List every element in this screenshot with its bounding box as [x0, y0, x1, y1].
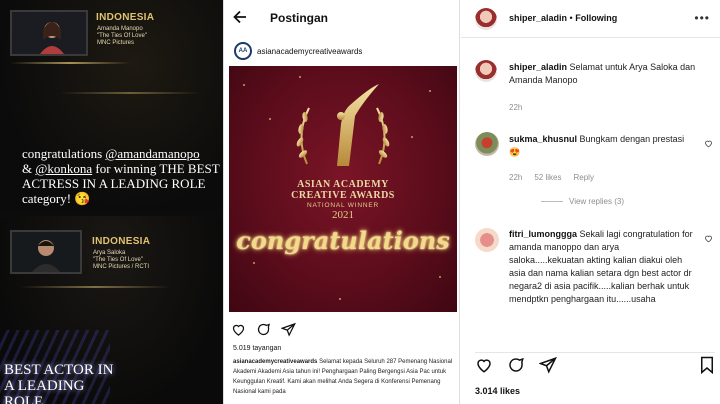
header-user: shiper_aladin • Following — [509, 13, 617, 23]
comment-username[interactable]: fitri_lumonggga — [509, 229, 577, 239]
comment-time: 22h — [509, 173, 523, 182]
comment-time: 22h — [509, 103, 523, 112]
separator-dot: • — [569, 13, 573, 23]
likes-count[interactable]: 3.014 likes — [475, 386, 520, 396]
story-actress[interactable]: INDONESIA Amanda Manopo "The Ties Of Lov… — [0, 0, 223, 212]
country-label: INDONESIA — [92, 236, 151, 247]
bookmark-icon[interactable] — [699, 356, 715, 379]
divider — [541, 201, 563, 202]
arrow-left-icon[interactable] — [233, 8, 247, 29]
post-actions — [475, 352, 715, 375]
following-button[interactable]: Following — [575, 13, 617, 23]
caption-text: congratulations — [22, 146, 103, 161]
comment-text: Sekali lagi congratulation for amanda ma… — [509, 229, 693, 304]
avatar[interactable] — [475, 228, 499, 252]
glitter — [339, 298, 341, 300]
congratulations-script: congratulations — [236, 226, 450, 255]
comment-meta: 22h — [509, 103, 522, 112]
nominee-details: Amanda Manopo "The Ties Of Love" MNC Pic… — [97, 26, 147, 46]
heart-icon[interactable] — [704, 234, 713, 243]
comment-meta: 22h 52 likes Reply — [509, 173, 594, 182]
account-name[interactable]: asianacademycreativeawards — [257, 47, 362, 56]
heart-icon[interactable] — [231, 322, 246, 337]
page-title: Postingan — [270, 11, 329, 25]
share-icon[interactable] — [538, 356, 557, 379]
avatar[interactable] — [475, 8, 497, 30]
avatar[interactable] — [475, 132, 499, 156]
mention-link[interactable]: @amandamanopo — [105, 146, 199, 161]
award-year: 2021 — [332, 209, 354, 221]
comments-panel: shiper_aladin • Following ••• shiper_ala… — [461, 0, 720, 404]
comment-username[interactable]: sukma_khusnul — [509, 134, 577, 144]
comment: shiper_aladin Selamat untuk Arya Saloka … — [509, 61, 699, 87]
mention-link[interactable]: @konkona — [35, 161, 92, 176]
stories-column: INDONESIA Amanda Manopo "The Ties Of Lov… — [0, 0, 223, 404]
award-name-line2: CREATIVE AWARDS — [291, 190, 395, 201]
view-replies-button[interactable]: View replies (3) — [541, 197, 624, 206]
more-options-icon[interactable]: ••• — [694, 11, 710, 25]
post-header: Postingan — [224, 0, 461, 36]
award-name-line1: ASIAN ACADEMY — [297, 179, 389, 190]
comments-header: shiper_aladin • Following ••• — [461, 0, 720, 38]
caption-text: & — [22, 161, 33, 176]
views-count: 5.019 tayangan — [233, 345, 282, 352]
award-subtitle: NATIONAL WINNER — [307, 202, 379, 209]
sparkle-line — [20, 286, 170, 288]
reply-button[interactable]: Reply — [573, 173, 593, 182]
sparkle-line — [10, 62, 130, 64]
comment: fitri_lumonggga Sekali lagi congratulati… — [509, 228, 694, 340]
comment-username[interactable]: shiper_aladin — [509, 62, 567, 72]
story-caption: congratulations @amandamanopo & @konkona… — [22, 146, 222, 206]
trophy-wreath-icon — [296, 84, 390, 166]
post-actions — [231, 322, 296, 337]
comment-icon[interactable] — [507, 356, 525, 379]
glitter — [253, 262, 255, 264]
nominee-details: Arya Saloka "The Ties Of Love" MNC Pictu… — [93, 250, 150, 270]
country-label: INDONESIA — [96, 12, 155, 23]
nominee-photo-actor — [10, 230, 82, 274]
comment-icon[interactable] — [256, 322, 271, 337]
heart-icon[interactable] — [704, 139, 713, 148]
avatar[interactable] — [475, 60, 497, 82]
glitter — [439, 276, 441, 278]
comment: sukma_khusnul Bungkam dengan prestasi😍 — [509, 133, 689, 159]
post-caption: asianacademycreativeawards Selamat kepad… — [233, 357, 458, 397]
view-replies-label: View replies (3) — [569, 197, 624, 206]
account-avatar[interactable]: AA — [234, 42, 252, 60]
nominee-photo-actress — [10, 10, 88, 56]
caption-username[interactable]: asianacademycreativeawards — [233, 359, 317, 365]
username[interactable]: shiper_aladin — [509, 13, 567, 23]
award-title: BEST ACTOR IN A LEADING ROLE — [4, 362, 114, 404]
post-panel: Postingan AA asianacademycreativeawards — [223, 0, 460, 404]
sparkle-line — [60, 92, 200, 94]
comment-likes[interactable]: 52 likes — [534, 173, 561, 182]
share-icon[interactable] — [281, 322, 296, 337]
screenshot-collage: INDONESIA Amanda Manopo "The Ties Of Lov… — [0, 0, 720, 404]
heart-icon[interactable] — [475, 356, 493, 379]
post-image[interactable]: ASIAN ACADEMY CREATIVE AWARDS NATIONAL W… — [229, 66, 457, 312]
